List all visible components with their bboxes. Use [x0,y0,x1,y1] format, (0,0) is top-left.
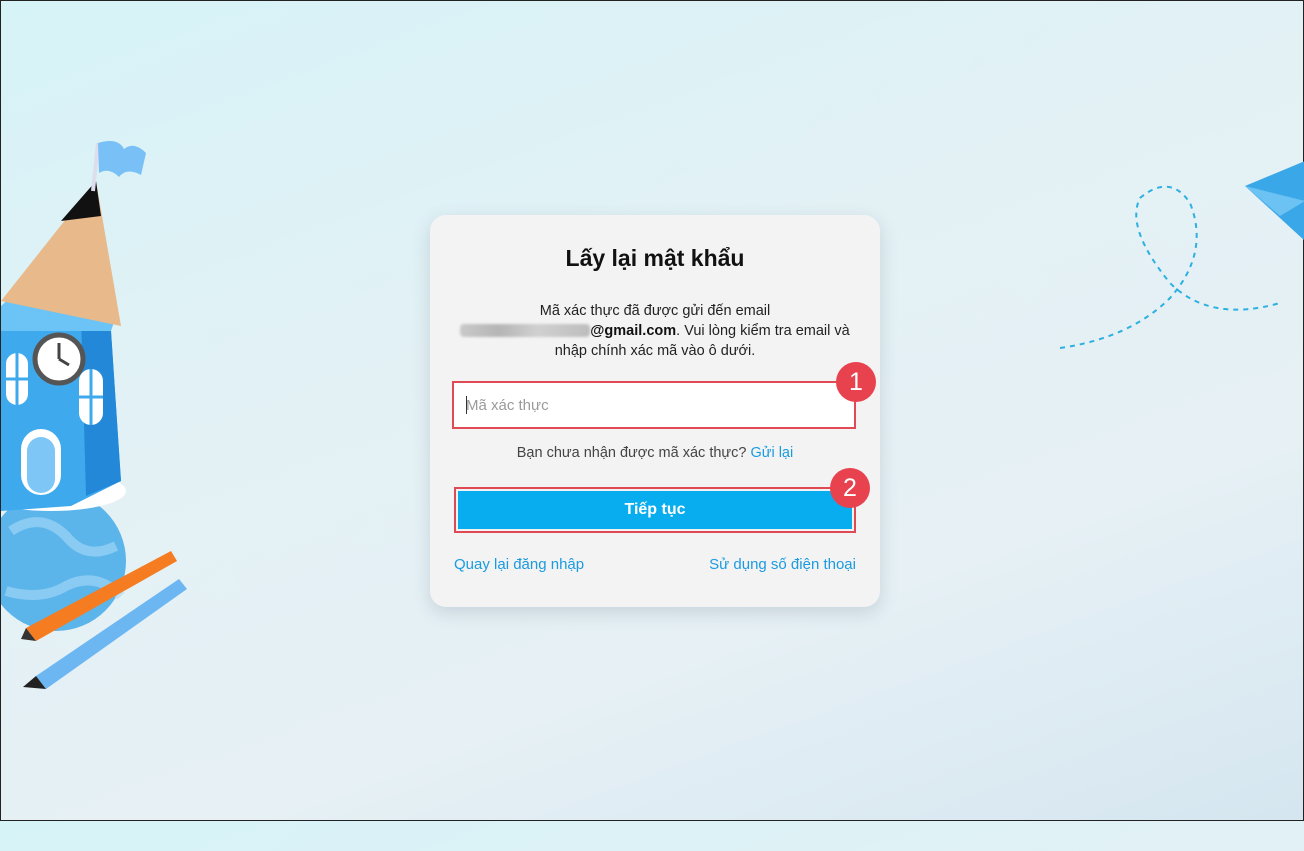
paper-plane-illustration [1059,161,1304,349]
verification-code-input[interactable] [454,383,854,427]
continue-button-highlight: Tiếp tục [454,487,856,533]
resend-row: Bạn chưa nhận được mã xác thực? Gửi lại [430,445,880,461]
email-domain: @gmail.com [590,323,677,339]
description-line1: Mã xác thực đã được gửi đến email [539,303,771,319]
use-phone-link[interactable]: Sử dụng số điện thoại [709,556,856,573]
description-line2: . Vui lòng kiểm tra email và [676,323,850,339]
back-to-login-link[interactable]: Quay lại đăng nhập [454,556,584,573]
step-2-badge: 2 [830,468,870,508]
recovery-description: Mã xác thực đã được gửi đến email @gmail… [454,301,856,361]
footer-links: Quay lại đăng nhập Sử dụng số điện thoại [454,556,856,573]
code-input-highlight [452,381,856,429]
redacted-email [460,324,591,337]
castle-pencil-illustration [1,141,187,689]
continue-button[interactable]: Tiếp tục [458,491,852,529]
password-recovery-card: Lấy lại mật khẩu Mã xác thực đã được gửi… [430,215,880,607]
text-caret [466,396,467,414]
page-title: Lấy lại mật khẩu [565,245,745,271]
step-1-badge: 1 [836,362,876,402]
resend-link[interactable]: Gửi lại [750,445,793,461]
resend-prompt: Bạn chưa nhận được mã xác thực? [516,445,747,461]
description-line3: nhập chính xác mã vào ô dưới. [554,343,756,359]
